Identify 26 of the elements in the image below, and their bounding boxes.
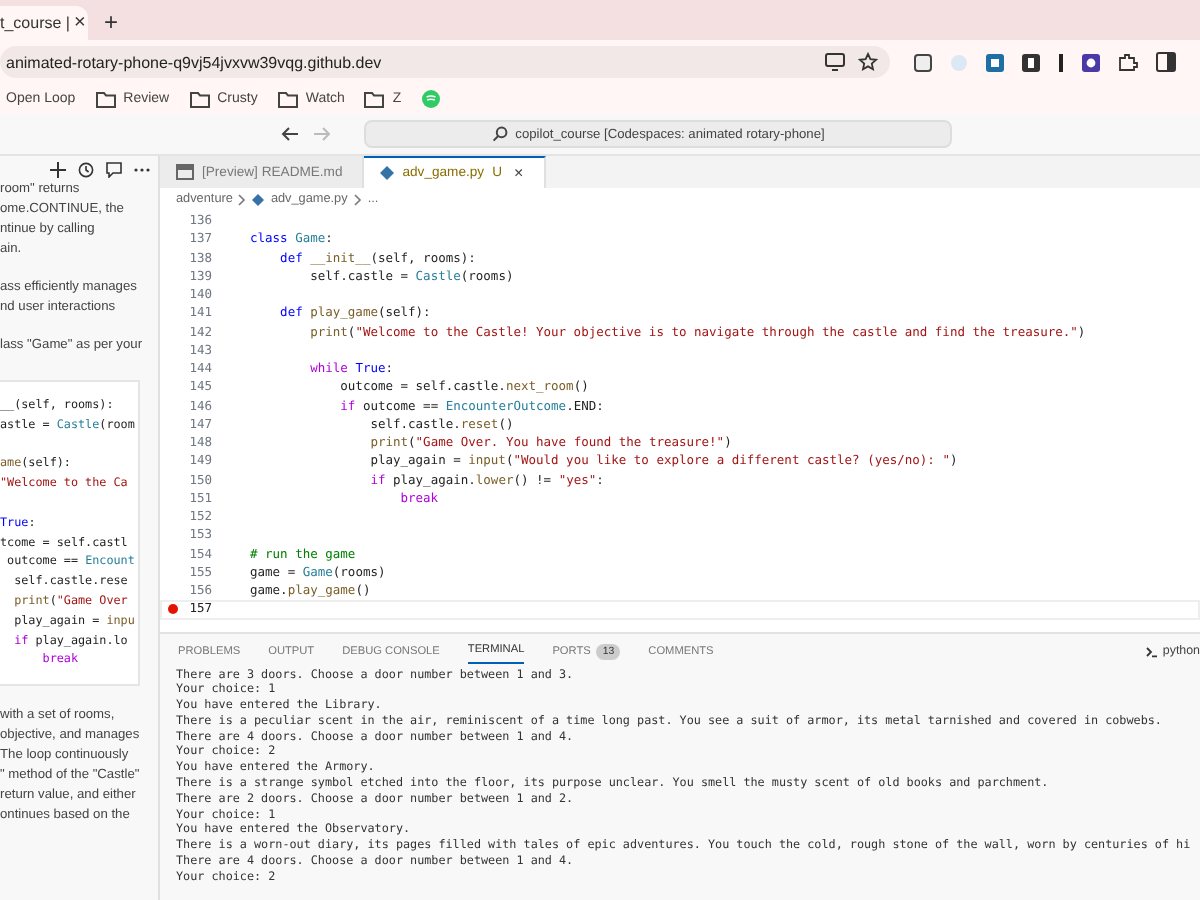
chevron-icon	[238, 193, 247, 205]
terminal-icon	[1146, 645, 1159, 657]
folder-icon	[95, 91, 116, 107]
new-tab-button[interactable]: +	[100, 10, 123, 34]
extensions-icon[interactable]	[1118, 52, 1138, 72]
close-tab-button[interactable]: ×	[69, 13, 90, 33]
back-icon[interactable]	[280, 126, 300, 142]
star-icon[interactable]	[858, 52, 878, 72]
install-app-icon[interactable]	[824, 52, 846, 72]
url-text: animated-rotary-phone-q9vj54jvxvw39vqg.github.dev	[6, 53, 382, 71]
folder-icon	[189, 91, 210, 107]
history-icon[interactable]	[78, 162, 94, 178]
preview-icon	[176, 164, 194, 180]
extension-icon[interactable]	[1082, 53, 1100, 71]
plus-icon[interactable]	[50, 162, 66, 178]
chat-icon[interactable]	[106, 162, 122, 178]
sidebar-icon[interactable]	[1156, 52, 1176, 72]
folder-icon	[364, 91, 385, 107]
search-icon	[491, 126, 508, 142]
breakpoint-icon[interactable]	[167, 604, 177, 615]
python-file-icon	[380, 166, 395, 180]
chevron-icon	[353, 193, 362, 205]
python-file-icon	[252, 193, 265, 205]
tab-title[interactable]: t_course |	[0, 14, 70, 32]
folder-icon	[277, 91, 298, 107]
address-bar[interactable]: animated-rotary-phone-q9vj54jvxvw39vqg.github.dev	[0, 46, 890, 78]
